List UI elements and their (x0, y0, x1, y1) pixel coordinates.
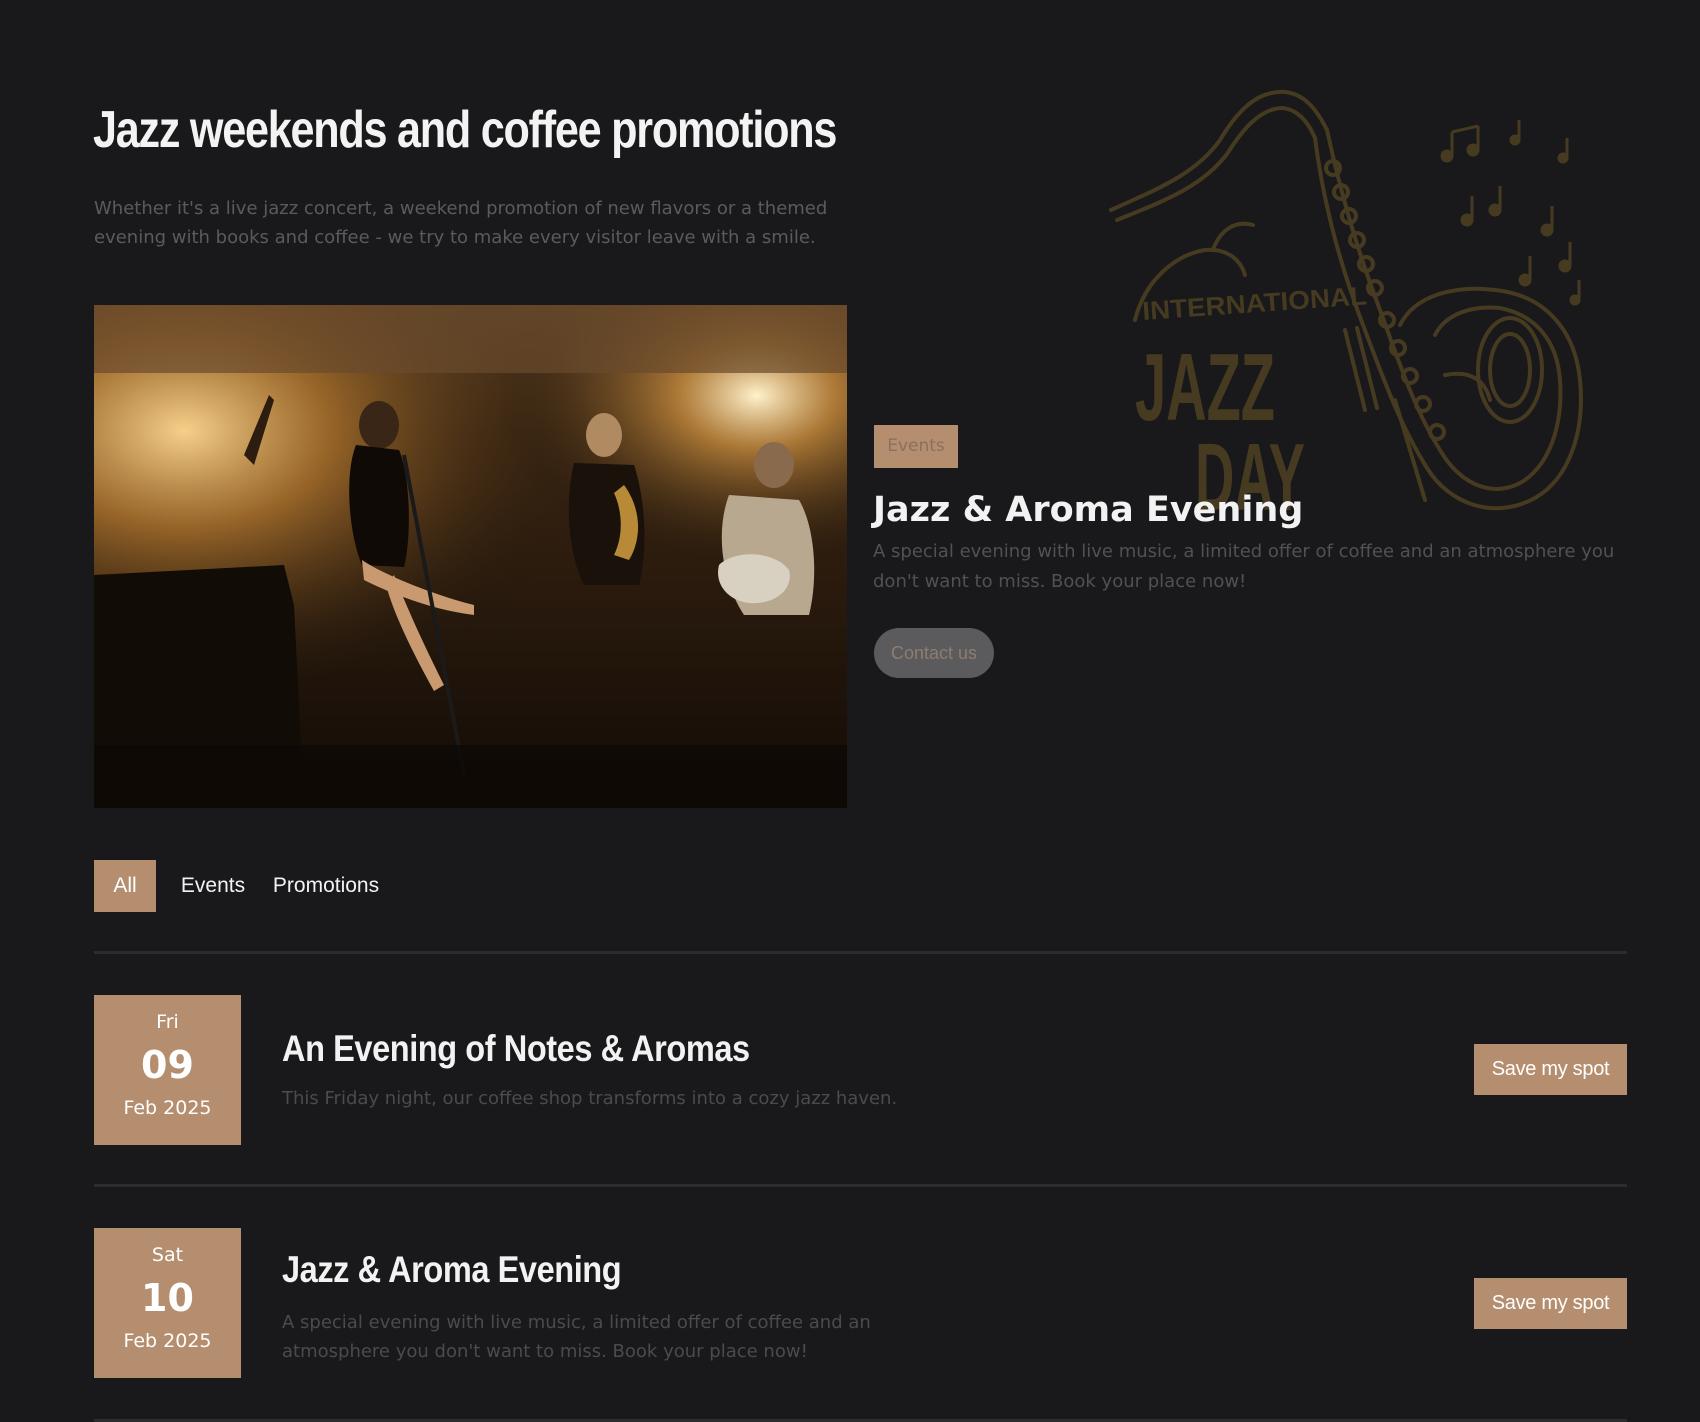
featured-event-photo (94, 305, 847, 808)
event-month-year: Feb 2025 (123, 1330, 212, 1352)
event-date-box: Fri 09 Feb 2025 (94, 995, 241, 1145)
divider (94, 1184, 1627, 1187)
contact-us-button[interactable]: Contact us (874, 628, 994, 678)
illustration-text-international: INTERNATIONAL (1141, 280, 1368, 326)
divider (94, 951, 1627, 954)
event-row: Sat 10 Feb 2025 Jazz & Aroma Evening A s… (94, 1228, 1627, 1378)
tab-all[interactable]: All (94, 860, 156, 912)
events-page: INTERNATIONAL JAZZ DAY Jazz weekends and… (0, 0, 1700, 1422)
event-title: Jazz & Aroma Evening (282, 1249, 622, 1290)
save-my-spot-button[interactable]: Save my spot (1474, 1044, 1627, 1095)
event-description: A special evening with live music, a lim… (282, 1312, 871, 1362)
event-day: 09 (141, 1043, 194, 1087)
event-weekday: Fri (156, 1011, 179, 1033)
event-date-box: Sat 10 Feb 2025 (94, 1228, 241, 1378)
page-title: Jazz weekends and coffee promotions (93, 101, 837, 159)
event-row: Fri 09 Feb 2025 An Evening of Notes & Ar… (94, 995, 1627, 1145)
event-day: 10 (141, 1276, 194, 1320)
event-description: This Friday night, our coffee shop trans… (282, 1088, 898, 1109)
featured-event-description: A special evening with live music, a lim… (873, 541, 1615, 592)
event-weekday: Sat (151, 1244, 184, 1266)
tab-events[interactable]: Events (170, 860, 256, 912)
music-notes-icon (1440, 120, 1581, 306)
featured-event-title: Jazz & Aroma Evening (873, 490, 1304, 530)
save-my-spot-button[interactable]: Save my spot (1474, 1278, 1627, 1329)
event-month-year: Feb 2025 (123, 1097, 212, 1119)
event-title: An Evening of Notes & Aromas (282, 1028, 750, 1069)
page-intro: Whether it's a live jazz concert, a week… (94, 198, 828, 248)
featured-category-tag: Events (874, 425, 958, 468)
tab-promotions[interactable]: Promotions (262, 860, 390, 912)
